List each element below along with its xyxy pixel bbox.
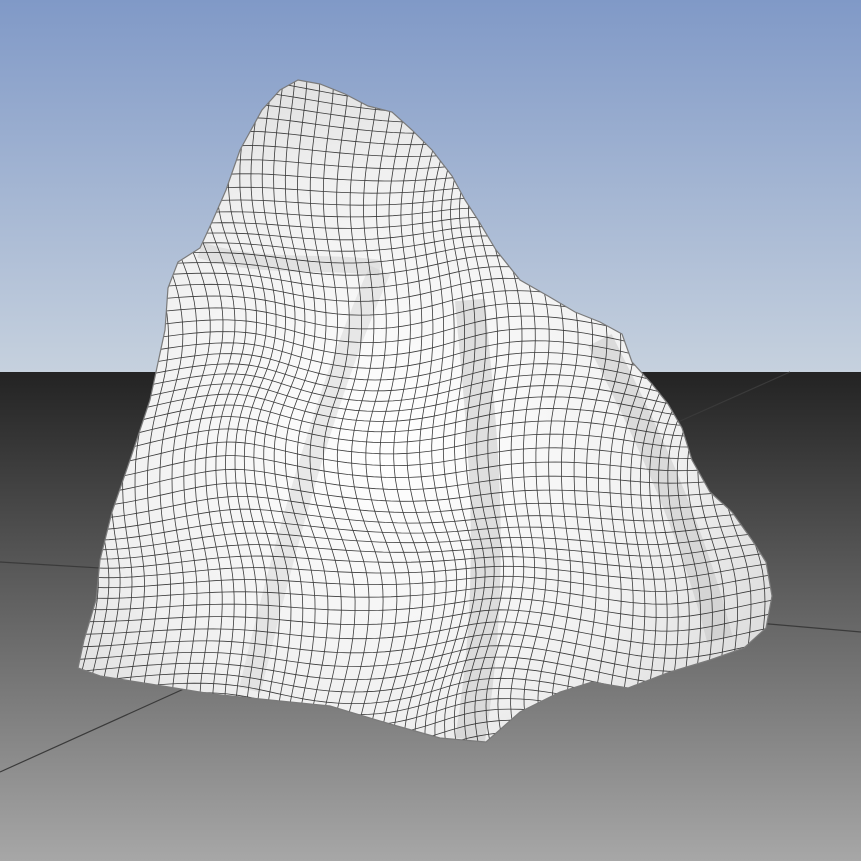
3d-viewport[interactable] — [0, 0, 861, 861]
viewport-scene — [0, 0, 861, 861]
